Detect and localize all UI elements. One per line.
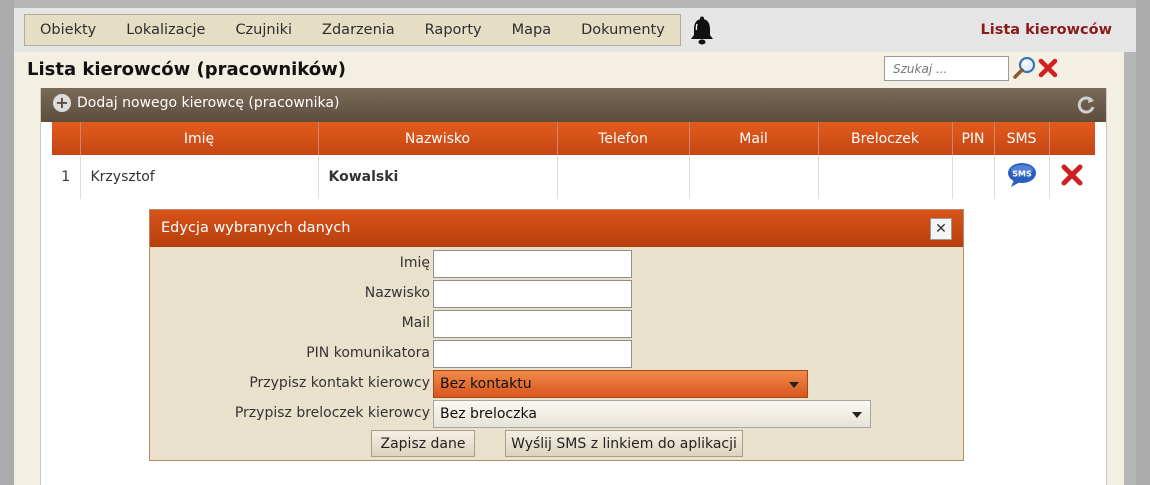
form-row-pin: PIN komunikatora	[150, 340, 963, 368]
dialog-header: Edycja wybranych danych	[150, 210, 963, 247]
contact-label: Przypisz kontakt kierowcy	[249, 375, 430, 391]
page-link-driver-list[interactable]: Lista kierowców	[980, 22, 1112, 38]
row-sms-cell: SMS	[994, 155, 1050, 199]
top-bar: Obiekty Lokalizacje Czujniki Zdarzenia R…	[14, 8, 1136, 52]
menu-item-lokalizacje[interactable]: Lokalizacje	[111, 15, 220, 45]
contact-select[interactable]: Bez kontaktu	[433, 370, 808, 398]
clear-icon[interactable]	[1037, 57, 1059, 79]
last-name-field[interactable]	[433, 280, 632, 308]
panel-header: + Dodaj nowego kierowcę (pracownika)	[41, 88, 1106, 122]
menu-item-czujniki[interactable]: Czujniki	[220, 15, 307, 45]
last-name-label: Nazwisko	[364, 285, 430, 301]
window-frame-left	[0, 0, 14, 485]
search-input[interactable]	[884, 56, 1009, 81]
delete-icon[interactable]	[1060, 163, 1084, 187]
pin-field[interactable]	[433, 340, 632, 368]
first-name-field[interactable]	[433, 250, 632, 278]
dialog-title: Edycja wybranych danych	[161, 220, 351, 236]
row-pin	[952, 155, 995, 199]
header-first-name[interactable]: Imię	[80, 122, 319, 155]
row-actions-cell	[1049, 155, 1095, 199]
fob-select-value: Bez breloczka	[440, 406, 537, 422]
fob-label: Przypisz breloczek kierowcy	[234, 405, 430, 421]
row-phone	[557, 155, 690, 199]
form-row-mail: Mail	[150, 310, 963, 338]
search-icon[interactable]	[1012, 56, 1038, 80]
page-title: Lista kierowców (pracowników)	[27, 59, 347, 80]
header-last-name[interactable]: Nazwisko	[318, 122, 558, 155]
header-pin[interactable]: PIN	[952, 122, 995, 155]
send-sms-button[interactable]: Wyślij SMS z linkiem do aplikacji	[505, 430, 743, 457]
sms-icon[interactable]: SMS	[1006, 161, 1038, 189]
form-row-fob: Przypisz breloczek kierowcy Bez breloczk…	[150, 400, 963, 428]
menu-item-mapa[interactable]: Mapa	[497, 15, 567, 45]
form-row-first-name: Imię	[150, 250, 963, 278]
menu-item-dokumenty[interactable]: Dokumenty	[566, 15, 680, 45]
header-fob[interactable]: Breloczek	[818, 122, 953, 155]
contact-select-value: Bez kontaktu	[440, 376, 532, 392]
chevron-down-icon	[852, 412, 862, 418]
header-phone[interactable]: Telefon	[557, 122, 690, 155]
fob-select[interactable]: Bez breloczka	[433, 400, 871, 428]
header-actions	[1049, 122, 1095, 155]
form-row-last-name: Nazwisko	[150, 280, 963, 308]
form-row-contact: Przypisz kontakt kierowcy Bez kontaktu	[150, 370, 963, 398]
table-row[interactable]: 1 Krzysztof Kowalski SMS	[52, 155, 1095, 199]
row-last-name: Kowalski	[318, 155, 558, 199]
menu-item-raporty[interactable]: Raporty	[410, 15, 497, 45]
mail-label: Mail	[401, 315, 430, 331]
save-button[interactable]: Zapisz dane	[371, 430, 475, 457]
drivers-table: Imię Nazwisko Telefon Mail Breloczek PIN…	[52, 122, 1095, 199]
plus-icon: +	[53, 94, 71, 112]
row-first-name: Krzysztof	[80, 155, 319, 199]
main-menu: Obiekty Lokalizacje Czujniki Zdarzenia R…	[24, 14, 681, 46]
svg-text:SMS: SMS	[1012, 170, 1032, 179]
menu-item-obiekty[interactable]: Obiekty	[25, 15, 111, 45]
add-driver-label: Dodaj nowego kierowcę (pracownika)	[77, 95, 340, 111]
chevron-down-icon	[789, 382, 799, 388]
pin-label: PIN komunikatora	[306, 345, 430, 361]
menu-item-zdarzenia[interactable]: Zdarzenia	[307, 15, 410, 45]
header-number	[52, 122, 81, 155]
add-driver-button[interactable]: + Dodaj nowego kierowcę (pracownika)	[53, 94, 339, 112]
table-header-row: Imię Nazwisko Telefon Mail Breloczek PIN…	[52, 122, 1095, 155]
row-number: 1	[52, 155, 81, 199]
refresh-icon[interactable]	[1076, 95, 1096, 115]
row-fob	[818, 155, 953, 199]
header-sms: SMS	[994, 122, 1050, 155]
first-name-label: Imię	[399, 255, 430, 271]
row-mail	[689, 155, 819, 199]
bell-icon[interactable]	[688, 16, 716, 46]
header-mail[interactable]: Mail	[689, 122, 819, 155]
close-icon[interactable]: ✕	[930, 218, 952, 240]
edit-dialog: Edycja wybranych danych ✕ Imię Nazwisko …	[149, 209, 964, 461]
mail-field[interactable]	[433, 310, 632, 338]
form-row-buttons: Zapisz dane Wyślij SMS z linkiem do apli…	[150, 430, 963, 458]
window-frame-right	[1136, 0, 1150, 485]
